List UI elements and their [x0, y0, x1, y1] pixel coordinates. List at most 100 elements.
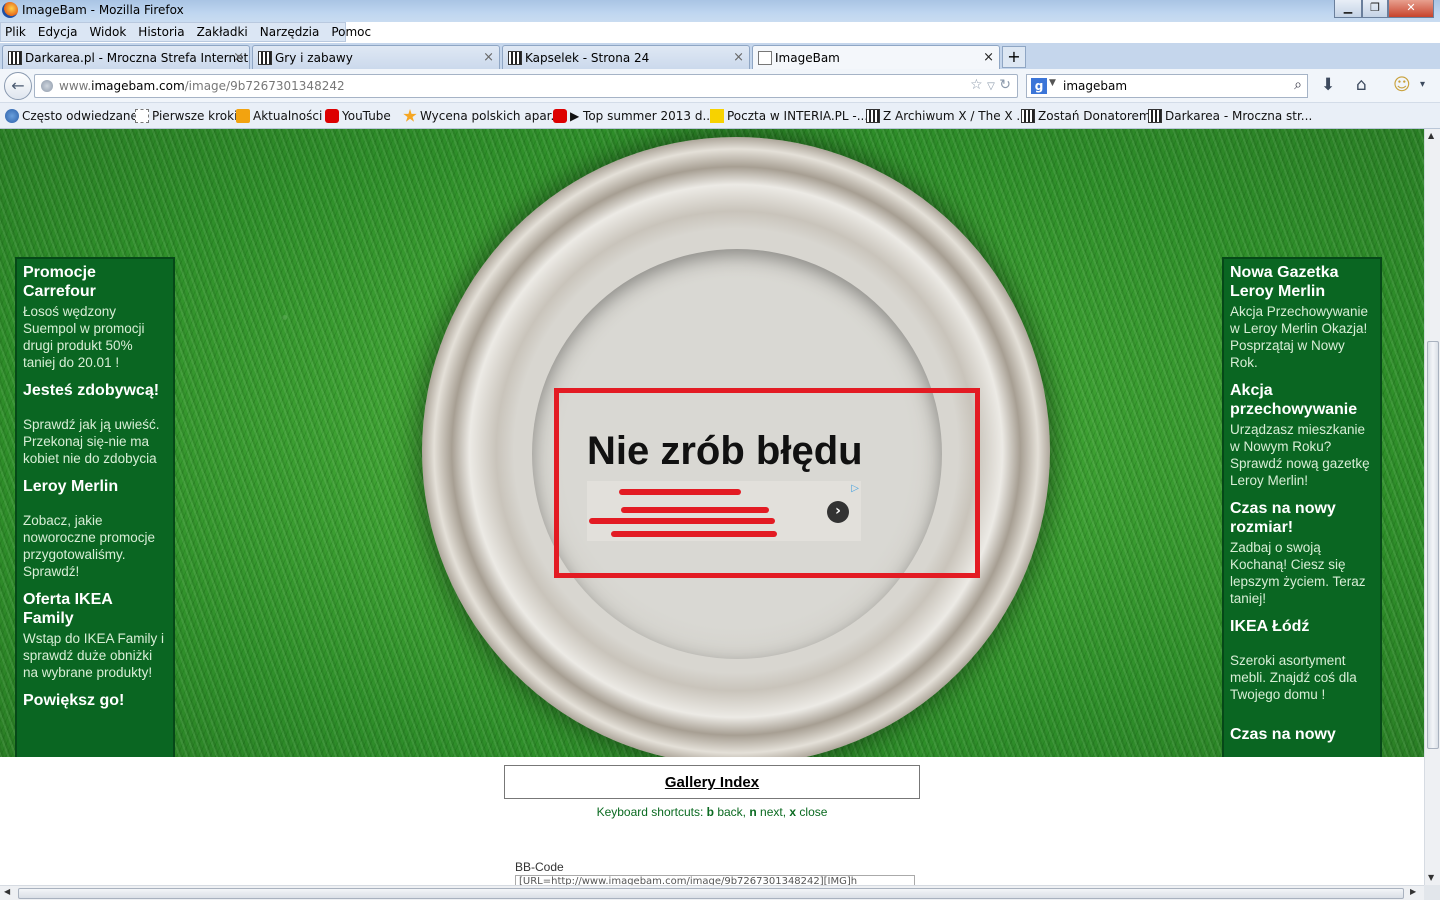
dropdown-icon[interactable]: ▽ — [987, 81, 995, 92]
youtube-icon — [553, 109, 567, 123]
bookmark-item[interactable]: Darkarea - Mroczna str... — [1148, 109, 1312, 123]
bookmark-star-icon[interactable]: ☆ — [970, 77, 983, 93]
tab-close-icon[interactable]: × — [233, 50, 244, 65]
ad-title[interactable]: Promocje Carrefour — [23, 263, 167, 301]
ad-title[interactable]: Leroy Merlin — [23, 477, 167, 496]
ad-title[interactable]: IKEA Łódź — [1230, 617, 1374, 636]
horizontal-scrollbar[interactable]: ◀ ▶ — [0, 885, 1424, 900]
new-tab-button[interactable]: + — [1002, 46, 1026, 68]
ad-title[interactable]: Akcja przechowywanie — [1230, 381, 1374, 419]
bookmark-item[interactable]: Pierwsze kroki — [135, 109, 237, 123]
bookmark-item[interactable]: Poczta w INTERIA.PL -... — [710, 109, 868, 123]
ad-item[interactable]: Akcja przechowywanie Urządzasz mieszkani… — [1230, 381, 1374, 489]
scroll-right-icon[interactable]: ▶ — [1410, 887, 1416, 896]
tab-kapselek[interactable]: Kapselek - Strona 24 × — [502, 45, 750, 69]
firefox-icon — [2, 2, 18, 18]
bookmark-item[interactable]: Wycena polskich apar... — [403, 109, 562, 123]
scribble-mark — [611, 531, 777, 537]
gallery-index-link[interactable]: Gallery Index — [504, 765, 920, 799]
scroll-down-icon[interactable]: ▼ — [1428, 873, 1434, 882]
ad-title[interactable]: Czas na nowy rozmiar! — [1230, 499, 1374, 537]
bookmark-item[interactable]: Często odwiedzane — [5, 109, 138, 123]
url-bar[interactable]: www.imagebam.com/image/9b7267301348242 ☆… — [34, 74, 1018, 98]
navigation-bar: ← www.imagebam.com/image/9b7267301348242… — [0, 69, 1440, 103]
ad-item[interactable]: Nowa Gazetka Leroy Merlin Akcja Przechow… — [1230, 263, 1374, 371]
keyboard-shortcuts: Keyboard shortcuts: b back, n next, x cl… — [596, 805, 828, 819]
minimize-button[interactable]: ▁ — [1334, 0, 1362, 18]
menu-bookmarks[interactable]: Zakładki — [197, 25, 248, 39]
scroll-thumb[interactable] — [18, 888, 1404, 899]
youtube-icon — [325, 109, 339, 123]
bookmark-item[interactable]: Aktualności — [236, 109, 322, 123]
url-text[interactable]: www.imagebam.com/image/9b7267301348242 — [59, 79, 345, 93]
tab-gry[interactable]: Gry i zabawy × — [252, 45, 500, 69]
scribble-mark — [619, 489, 741, 495]
tab-close-icon[interactable]: × — [983, 50, 994, 65]
menu-file[interactable]: Plik — [5, 25, 26, 39]
darkarea-icon — [866, 109, 880, 123]
tab-imagebam[interactable]: ImageBam × — [752, 45, 1000, 69]
menu-edit[interactable]: Edycja — [38, 25, 78, 39]
ad-item[interactable]: IKEA Łódź Szeroki asortyment mebli. Znaj… — [1230, 617, 1374, 703]
ad-item[interactable]: Leroy Merlin Zobacz, jakie noworoczne pr… — [23, 477, 167, 580]
menu-tools[interactable]: Narzędzia — [260, 25, 320, 39]
arrow-right-icon[interactable]: › — [827, 501, 849, 523]
darkarea-icon — [258, 51, 272, 65]
ad-text: Sprawdź jak ją uwieść. Przekonaj się-nie… — [23, 417, 160, 466]
bookmark-item[interactable]: Zostań Donatorem — [1021, 109, 1151, 123]
bookmark-item[interactable]: YouTube — [325, 109, 391, 123]
ad-item[interactable]: Oferta IKEA Family Wstąp do IKEA Family … — [23, 590, 167, 681]
ad-item[interactable]: Promocje Carrefour Łosoś wędzony Suempol… — [23, 263, 167, 371]
search-icon[interactable]: ⌕ — [1294, 77, 1302, 93]
ad-text: Zadbaj o swoją Kochaną! Ciesz się lepszy… — [1230, 540, 1366, 606]
ad-text: Akcja Przechowywanie w Leroy Merlin Okaz… — [1230, 304, 1369, 370]
menu-view[interactable]: Widok — [89, 25, 126, 39]
tab-close-icon[interactable]: × — [483, 50, 494, 65]
reload-icon[interactable]: ↻ — [999, 77, 1011, 93]
tab-darkarea[interactable]: Darkarea.pl - Mroczna Strefa Internetu × — [2, 45, 250, 69]
google-icon[interactable]: g — [1031, 78, 1047, 94]
darkarea-icon — [1021, 109, 1035, 123]
scroll-left-icon[interactable]: ◀ — [4, 887, 10, 896]
star-icon — [403, 109, 417, 122]
vertical-scrollbar[interactable]: ▲ ▼ — [1424, 129, 1440, 885]
engine-dropdown-icon[interactable]: ▼ — [1049, 78, 1056, 88]
ad-title[interactable]: Nowa Gazetka Leroy Merlin — [1230, 263, 1374, 301]
ad-item[interactable]: Czas na nowy — [1230, 725, 1374, 744]
main-image[interactable]: Promocje Carrefour Łosoś wędzony Suempol… — [0, 129, 1424, 757]
search-box[interactable]: g ▼ imagebam ⌕ — [1026, 74, 1308, 98]
menu-history[interactable]: Historia — [138, 25, 184, 39]
ad-title[interactable]: Powiększ go! — [23, 691, 167, 710]
maximize-button[interactable]: ❐ — [1362, 0, 1388, 18]
tab-close-icon[interactable]: × — [733, 50, 744, 65]
download-icon[interactable]: ⬇ — [1321, 75, 1335, 95]
ad-item[interactable]: Czas na nowy rozmiar! Zadbaj o swoją Koc… — [1230, 499, 1374, 607]
addon-icon[interactable]: ☺ — [1393, 75, 1411, 95]
page-icon — [758, 51, 772, 65]
bookmark-item[interactable]: ▶ Top summer 2013 d... — [553, 109, 714, 123]
ad-item[interactable]: Powiększ go! — [23, 691, 167, 710]
interia-icon — [710, 109, 724, 123]
overflow-icon[interactable]: ▾ — [1420, 79, 1425, 90]
ad-item[interactable]: Jesteś zdobywcą! Sprawdź jak ją uwieść. … — [23, 381, 167, 467]
home-icon[interactable]: ⌂ — [1356, 75, 1367, 95]
scroll-thumb[interactable] — [1427, 341, 1439, 749]
close-window-button[interactable]: ✕ — [1388, 0, 1434, 18]
ad-title[interactable]: Oferta IKEA Family — [23, 590, 167, 628]
scroll-up-icon[interactable]: ▲ — [1428, 131, 1434, 140]
adchoices-icon[interactable]: ▷ — [851, 483, 859, 494]
search-query[interactable]: imagebam — [1063, 79, 1127, 93]
back-button[interactable]: ← — [4, 72, 32, 100]
ad-text: Szeroki asortyment mebli. Znajdź coś dla… — [1230, 653, 1357, 702]
menu-help[interactable]: Pomoc — [331, 25, 371, 39]
tab-label: Gry i zabawy — [275, 51, 353, 65]
bbcode-label: BB-Code — [515, 860, 564, 874]
bbcode-field[interactable]: [URL=http://www.imagebam.com/image/9b726… — [515, 875, 915, 885]
bookmark-item[interactable]: Z Archiwum X / The X ... — [866, 109, 1028, 123]
page-content: Promocje Carrefour Łosoś wędzony Suempol… — [0, 129, 1424, 885]
right-ad-column: Nowa Gazetka Leroy Merlin Akcja Przechow… — [1222, 257, 1382, 757]
ad-title[interactable]: Jesteś zdobywcą! — [23, 381, 167, 400]
darkarea-icon — [508, 51, 522, 65]
annotation-headline: Nie zrób błędu — [587, 429, 863, 473]
ad-title[interactable]: Czas na nowy — [1230, 725, 1374, 744]
